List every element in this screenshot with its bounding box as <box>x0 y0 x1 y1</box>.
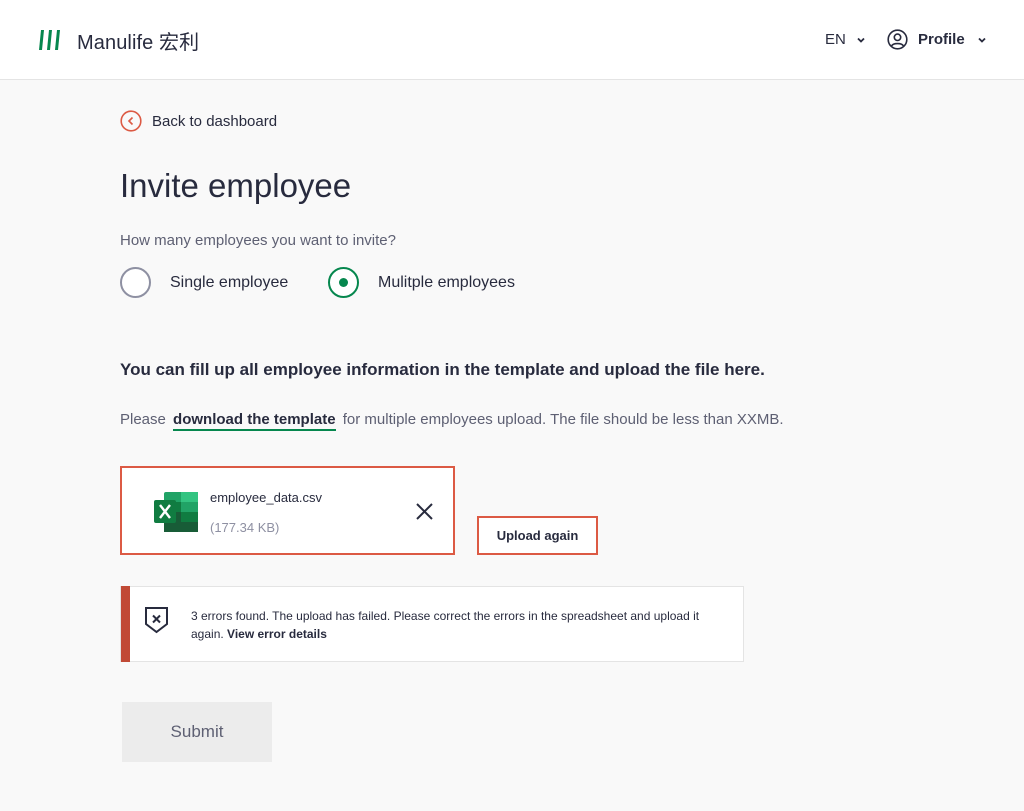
template-description: Please download the template for multipl… <box>120 411 784 431</box>
language-selector[interactable]: EN <box>825 31 866 48</box>
profile-label: Profile <box>918 31 965 48</box>
language-label: EN <box>825 31 846 48</box>
chevron-left-circle-icon <box>120 110 142 132</box>
file-name: employee_data.csv <box>210 490 323 505</box>
invite-count-question: How many employees you want to invite? <box>120 232 396 249</box>
multiple-employees-label: Mulitple employees <box>378 273 515 291</box>
download-template-link[interactable]: download the template <box>173 411 336 431</box>
view-error-details-link[interactable]: View error details <box>227 627 327 641</box>
error-message: 3 errors found. The upload has failed. P… <box>191 607 711 643</box>
manulife-logo-icon <box>39 30 60 50</box>
multiple-employees-option[interactable]: Mulitple employees <box>328 267 515 298</box>
top-header: Manulife 宏利 EN Profile <box>0 0 1024 80</box>
close-icon[interactable] <box>415 502 434 521</box>
upload-again-button[interactable]: Upload again <box>477 516 598 555</box>
upload-instruction: You can fill up all employee information… <box>120 360 765 379</box>
template-text-after: for multiple employees upload. The file … <box>342 411 784 428</box>
single-employee-radio[interactable] <box>120 267 151 298</box>
error-accent-bar <box>121 586 130 662</box>
upload-error-alert: 3 errors found. The upload has failed. P… <box>120 586 744 662</box>
single-employee-label: Single employee <box>170 273 289 291</box>
template-text-before: Please <box>120 411 166 428</box>
file-size: (177.34 KB) <box>210 520 280 535</box>
back-to-dashboard-link[interactable]: Back to dashboard <box>120 110 277 132</box>
back-label: Back to dashboard <box>152 112 278 130</box>
multiple-employees-radio[interactable] <box>328 267 359 298</box>
shield-x-icon <box>145 607 168 634</box>
excel-file-icon <box>154 492 198 532</box>
user-icon <box>887 29 908 50</box>
uploaded-file-card: employee_data.csv (177.34 KB) <box>120 466 455 555</box>
profile-menu[interactable]: Profile <box>887 29 987 50</box>
chevron-down-icon <box>978 37 986 43</box>
page-title: Invite employee <box>120 167 352 204</box>
submit-button[interactable]: Submit <box>122 702 272 762</box>
single-employee-option[interactable]: Single employee <box>120 267 288 298</box>
brand-logo[interactable]: Manulife 宏利 <box>38 29 199 54</box>
chevron-down-icon <box>857 37 865 43</box>
brand-name: Manulife 宏利 <box>77 31 200 54</box>
